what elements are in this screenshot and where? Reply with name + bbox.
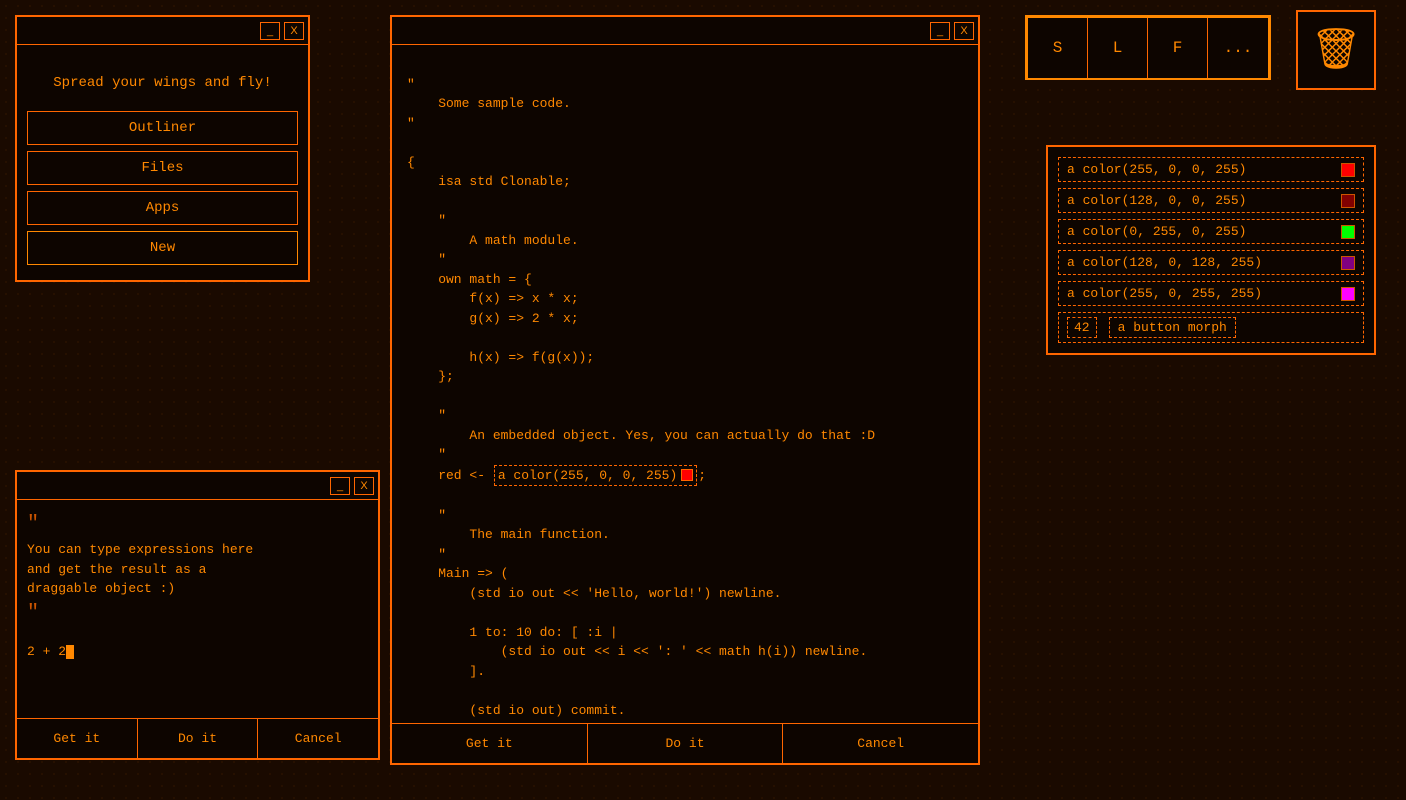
code-cancel-button[interactable]: Cancel bbox=[783, 724, 978, 763]
menu-buttons: Outliner Files Apps New bbox=[17, 111, 308, 280]
button-morph-number: 42 bbox=[1067, 317, 1097, 338]
trash-panel[interactable]: 🗑 bbox=[1296, 10, 1376, 90]
files-button[interactable]: Files bbox=[27, 151, 298, 185]
code-panel: _ X " Some sample code. " { isa std Clon… bbox=[390, 15, 980, 765]
code-line: A math module. bbox=[407, 233, 579, 248]
color-item-1[interactable]: a color(128, 0, 0, 255) bbox=[1058, 188, 1364, 213]
code-line: own math = { bbox=[407, 272, 532, 287]
color-widget-label: a color(255, 0, 0, 255) bbox=[498, 466, 677, 486]
button-morph-label[interactable]: a button morph bbox=[1109, 317, 1236, 338]
color-item-4[interactable]: a color(255, 0, 255, 255) bbox=[1058, 281, 1364, 306]
code-line: (std io out) commit. bbox=[407, 703, 625, 718]
code-line: " bbox=[407, 408, 446, 423]
code-line: Main => ( bbox=[407, 566, 508, 581]
color-swatch-red bbox=[681, 469, 693, 481]
color-widget-red[interactable]: a color(255, 0, 0, 255) bbox=[494, 465, 697, 487]
code-line: " bbox=[407, 116, 415, 131]
code-line: Some sample code. bbox=[407, 96, 571, 111]
code-line: h(x) => f(g(x)); bbox=[407, 350, 594, 365]
code-line: The main function. bbox=[407, 527, 610, 542]
color-item-2[interactable]: a color(0, 255, 0, 255) bbox=[1058, 219, 1364, 244]
apps-button[interactable]: Apps bbox=[27, 191, 298, 225]
code-line: (std io out << 'Hello, world!') newline. bbox=[407, 586, 781, 601]
code-footer: Get it Do it Cancel bbox=[392, 723, 978, 763]
repl-do-it-button[interactable]: Do it bbox=[138, 719, 259, 758]
code-line: " bbox=[407, 447, 446, 462]
repl-get-it-button[interactable]: Get it bbox=[17, 719, 138, 758]
repl-quote-close: " bbox=[27, 602, 39, 625]
menu-panel: _ X Spread your wings and fly! Outliner … bbox=[15, 15, 310, 282]
color-label-3: a color(128, 0, 128, 255) bbox=[1067, 255, 1341, 270]
code-line: " bbox=[407, 547, 446, 562]
repl-cursor bbox=[66, 645, 74, 659]
color-label-4: a color(255, 0, 255, 255) bbox=[1067, 286, 1341, 301]
color-swatch-4 bbox=[1341, 287, 1355, 301]
menu-tagline: Spread your wings and fly! bbox=[17, 45, 308, 111]
color-item-3[interactable]: a color(128, 0, 128, 255) bbox=[1058, 250, 1364, 275]
code-line: " bbox=[407, 252, 446, 267]
repl-titlebar: _ X bbox=[17, 472, 378, 500]
toolbar-more-button[interactable]: ... bbox=[1208, 18, 1268, 78]
code-line: f(x) => x * x; bbox=[407, 291, 579, 306]
code-get-it-button[interactable]: Get it bbox=[392, 724, 588, 763]
color-label-2: a color(0, 255, 0, 255) bbox=[1067, 224, 1341, 239]
color-item-0[interactable]: a color(255, 0, 0, 255) bbox=[1058, 157, 1364, 182]
code-line: " bbox=[407, 77, 415, 92]
repl-desc-text: You can type expressions here and get th… bbox=[27, 542, 253, 596]
code-line: " bbox=[407, 508, 446, 523]
code-line: " bbox=[407, 213, 446, 228]
code-line: red <- bbox=[407, 468, 493, 483]
toolbar-f-button[interactable]: F bbox=[1148, 18, 1208, 78]
color-swatch-0 bbox=[1341, 163, 1355, 177]
code-line: ; bbox=[698, 468, 706, 483]
repl-close-button[interactable]: X bbox=[354, 477, 374, 495]
new-button[interactable]: New bbox=[27, 231, 298, 265]
code-do-it-button[interactable]: Do it bbox=[588, 724, 784, 763]
color-swatch-3 bbox=[1341, 256, 1355, 270]
toolbar-panel: S L F ... bbox=[1025, 15, 1271, 80]
color-label-1: a color(128, 0, 0, 255) bbox=[1067, 193, 1341, 208]
button-morph-row[interactable]: 42 a button morph bbox=[1058, 312, 1364, 343]
repl-cancel-button[interactable]: Cancel bbox=[258, 719, 378, 758]
color-swatch-2 bbox=[1341, 225, 1355, 239]
repl-panel: _ X " You can type expressions here and … bbox=[15, 470, 380, 760]
toolbar-l-button[interactable]: L bbox=[1088, 18, 1148, 78]
code-line: (std io out << i << ': ' << math h(i)) n… bbox=[407, 644, 867, 659]
menu-titlebar: _ X bbox=[17, 17, 308, 45]
code-line: An embedded object. Yes, you can actuall… bbox=[407, 428, 875, 443]
repl-footer: Get it Do it Cancel bbox=[17, 718, 378, 758]
code-line: }; bbox=[407, 369, 454, 384]
repl-quote-open: " bbox=[27, 513, 39, 536]
code-close-button[interactable]: X bbox=[954, 22, 974, 40]
code-titlebar: _ X bbox=[392, 17, 978, 45]
repl-description: " You can type expressions here and get … bbox=[27, 510, 368, 629]
repl-input-area[interactable]: 2 + 2 bbox=[27, 644, 368, 659]
repl-minimize-button[interactable]: _ bbox=[330, 477, 350, 495]
objects-panel: a color(255, 0, 0, 255) a color(128, 0, … bbox=[1046, 145, 1376, 355]
trash-icon: 🗑 bbox=[1311, 25, 1362, 75]
code-line: 1 to: 10 do: [ :i | bbox=[407, 625, 618, 640]
repl-content: " You can type expressions here and get … bbox=[17, 500, 378, 718]
menu-close-button[interactable]: X bbox=[284, 22, 304, 40]
code-line: { bbox=[407, 155, 415, 170]
toolbar-s-button[interactable]: S bbox=[1028, 18, 1088, 78]
code-content[interactable]: " Some sample code. " { isa std Clonable… bbox=[392, 45, 978, 723]
menu-minimize-button[interactable]: _ bbox=[260, 22, 280, 40]
color-swatch-1 bbox=[1341, 194, 1355, 208]
code-line: ]. bbox=[407, 664, 485, 679]
code-minimize-button[interactable]: _ bbox=[930, 22, 950, 40]
code-line: isa std Clonable; bbox=[407, 174, 571, 189]
color-label-0: a color(255, 0, 0, 255) bbox=[1067, 162, 1341, 177]
code-line: g(x) => 2 * x; bbox=[407, 311, 579, 326]
repl-input-text: 2 + 2 bbox=[27, 644, 66, 659]
outliner-button[interactable]: Outliner bbox=[27, 111, 298, 145]
